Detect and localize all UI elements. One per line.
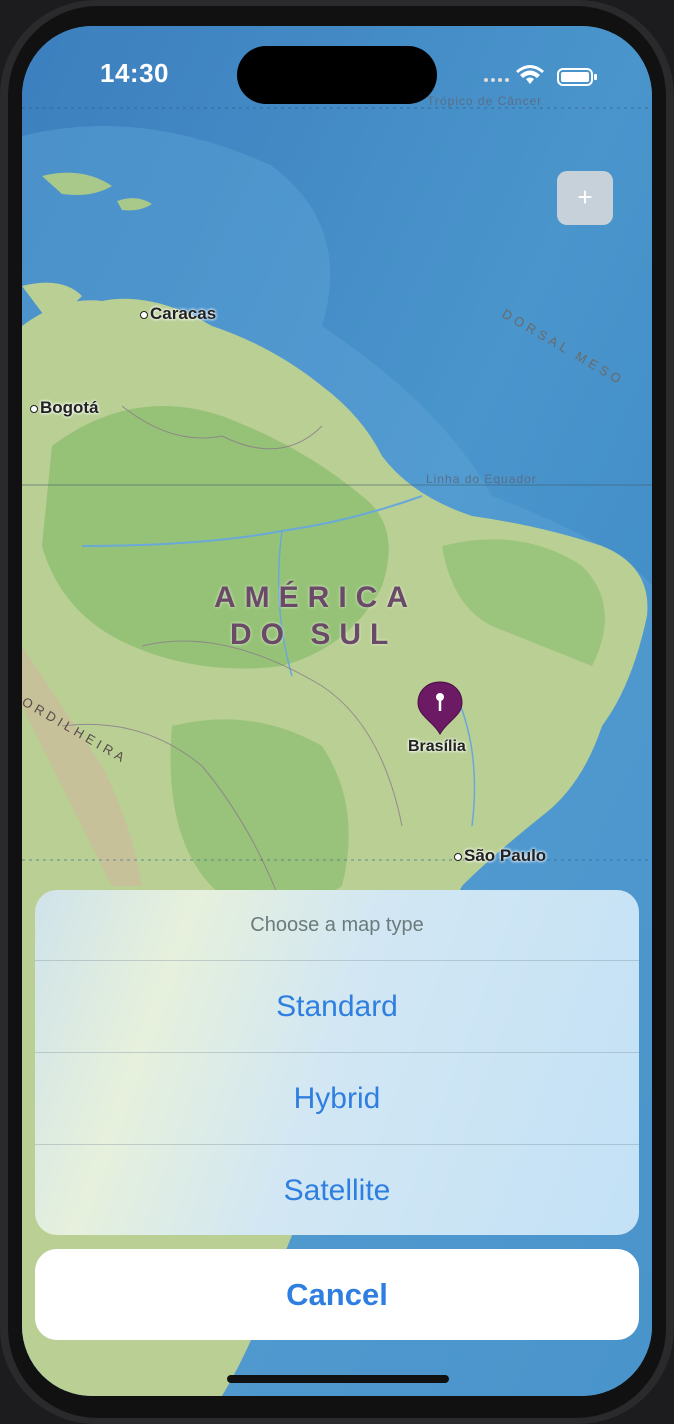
dynamic-island — [237, 46, 437, 104]
equator-label: Linha do Equador — [426, 472, 537, 486]
action-sheet: Choose a map type Standard Hybrid Satell… — [35, 890, 639, 1235]
action-sheet-title: Choose a map type — [250, 914, 424, 936]
city-bogota-label: Bogotá — [40, 398, 99, 417]
screen: Trópico de Câncer Linha do Equador DORSA… — [22, 26, 652, 1396]
city-caracas[interactable]: Caracas — [140, 304, 216, 324]
option-standard[interactable]: Standard — [35, 960, 639, 1053]
city-dot-icon — [454, 852, 462, 861]
tropic-label: Trópico de Câncer — [427, 94, 543, 108]
continent-label-line1: AMÉRICA — [214, 581, 417, 614]
city-caracas-label: Caracas — [150, 304, 217, 323]
city-dot-icon — [140, 310, 148, 319]
option-satellite[interactable]: Satellite — [35, 1144, 639, 1235]
signal-icon — [484, 78, 509, 82]
cancel-button[interactable]: Cancel — [35, 1249, 639, 1340]
city-dot-icon — [30, 404, 38, 413]
city-bogota[interactable]: Bogotá — [30, 398, 99, 418]
battery-icon — [557, 68, 597, 86]
status-time: 14:30 — [100, 58, 169, 88]
city-sao-paulo-label: São Paulo — [464, 846, 547, 865]
zoom-in-button[interactable]: + — [557, 171, 613, 225]
city-sao-paulo[interactable]: São Paulo — [454, 846, 546, 866]
wifi-icon — [516, 65, 544, 84]
map-pin-icon[interactable] — [416, 680, 464, 736]
option-hybrid[interactable]: Hybrid — [35, 1052, 639, 1145]
continent-label-line2: DO SUL — [230, 618, 398, 651]
pin-label: Brasília — [408, 738, 466, 755]
status-icons — [484, 65, 597, 86]
home-indicator[interactable] — [227, 1375, 449, 1383]
